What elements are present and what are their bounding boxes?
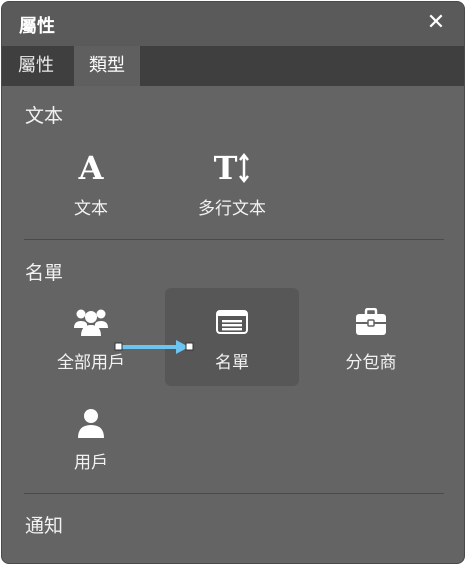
field-type-label: 用戶	[74, 453, 108, 473]
section-divider	[24, 493, 444, 494]
field-type-multiline-text[interactable]: T 多行文本	[165, 142, 299, 240]
close-icon[interactable]: ✕	[422, 9, 450, 37]
properties-panel: 屬性 ✕ 屬性 類型 文本 A 文本 T 多行文本 名單 全部用戶 名單 分包商…	[1, 1, 465, 564]
field-type-user[interactable]: 用戶	[24, 388, 158, 486]
field-type-all-users[interactable]: 全部用戶	[24, 288, 158, 386]
users-group-icon	[24, 308, 158, 336]
briefcase-icon	[304, 308, 438, 336]
field-type-label: 文本	[74, 199, 108, 219]
section-divider	[24, 239, 444, 240]
section-title-notify: 通知	[25, 515, 64, 537]
field-type-label: 多行文本	[198, 199, 266, 219]
tab-bar: 屬性 類型	[2, 46, 464, 86]
panel-title: 屬性	[19, 16, 55, 37]
field-type-label: 名單	[215, 353, 249, 373]
field-type-label: 分包商	[345, 353, 397, 373]
multiline-text-icon: T	[165, 152, 299, 184]
field-type-text[interactable]: A 文本	[24, 142, 158, 240]
tab-types[interactable]: 類型	[74, 46, 140, 86]
section-title-text: 文本	[25, 105, 64, 127]
list-card-icon	[165, 310, 299, 334]
section-title-list: 名單	[25, 262, 64, 284]
field-type-list[interactable]: 名單	[165, 288, 299, 386]
field-type-label: 全部用戶	[57, 353, 125, 373]
field-type-subcontractor[interactable]: 分包商	[304, 288, 438, 386]
panel-titlebar: 屬性 ✕	[2, 2, 464, 46]
user-icon	[24, 408, 158, 438]
tab-properties[interactable]: 屬性	[2, 46, 70, 86]
text-a-icon: A	[78, 149, 104, 187]
